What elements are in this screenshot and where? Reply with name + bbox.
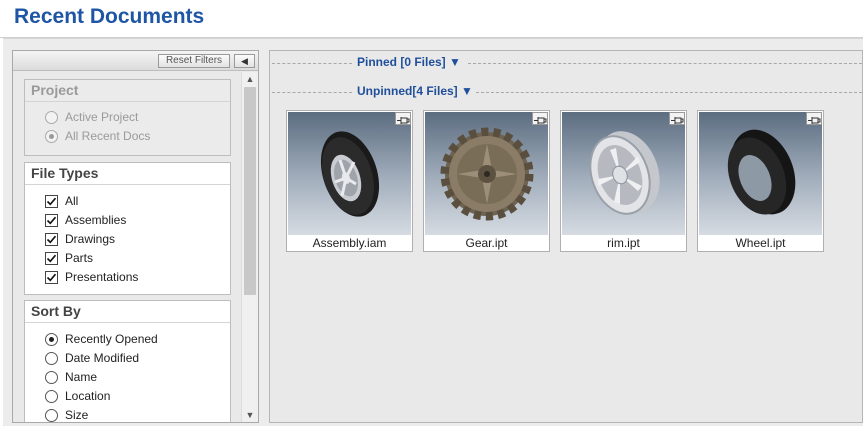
project-section-title: Project: [25, 80, 230, 102]
documents-area: Pinned [0 Files] ▼ Unpinned[4 Files] ▼ A…: [269, 50, 863, 423]
pin-icon[interactable]: [532, 112, 548, 125]
page-title: Recent Documents: [14, 5, 205, 28]
scroll-thumb[interactable]: [244, 87, 256, 295]
collapse-panel-button[interactable]: ◀: [234, 54, 255, 68]
sort-by-section-title: Sort By: [25, 301, 230, 323]
checkbox-drawings[interactable]: Drawings: [45, 231, 115, 247]
option-label: Parts: [65, 251, 94, 265]
unpinned-group-row: Unpinned[4 Files] ▼: [270, 84, 862, 100]
wheel-assembly-thumbnail: [288, 112, 411, 235]
radio-button[interactable]: [45, 351, 58, 365]
radio-location[interactable]: Location: [45, 388, 110, 404]
option-label: Size: [65, 408, 89, 422]
radio-size[interactable]: Size: [45, 407, 89, 422]
document-name: Gear.ipt: [465, 236, 508, 250]
checkbox[interactable]: [45, 251, 58, 265]
option-label: Assemblies: [65, 213, 127, 227]
title-bar: Recent Documents: [0, 0, 863, 38]
content-area: Reset Filters ◀ Project Active Project A…: [3, 38, 863, 426]
recent-documents-app: Recent Documents Reset Filters ◀ Project…: [0, 0, 863, 426]
option-label: All: [65, 194, 79, 208]
document-tile-wheel[interactable]: Wheel.ipt: [697, 110, 824, 252]
file-types-section-title: File Types: [25, 163, 230, 185]
divider: [468, 63, 862, 64]
pinned-group-toggle[interactable]: Pinned [0 Files] ▼: [357, 55, 461, 69]
option-label: Name: [65, 370, 98, 384]
project-section: Project Active Project All Recent Docs: [24, 79, 231, 156]
reset-filters-button[interactable]: Reset Filters: [158, 54, 230, 68]
pin-icon[interactable]: [395, 112, 411, 125]
radio-button[interactable]: [45, 332, 58, 346]
unpinned-group-toggle[interactable]: Unpinned[4 Files] ▼: [357, 84, 473, 98]
rim-thumbnail: [562, 112, 685, 235]
sort-by-section: Sort By Recently Opened Date Modified Na…: [24, 300, 231, 422]
scroll-up-arrow-icon[interactable]: ▲: [242, 72, 258, 86]
tire-thumbnail: [699, 112, 822, 235]
checkmark-icon: [46, 197, 57, 205]
left-triangle-icon: ◀: [241, 56, 248, 66]
scroll-down-arrow-icon[interactable]: ▼: [242, 408, 258, 422]
radio-button[interactable]: [45, 370, 58, 384]
radio-recently-opened[interactable]: Recently Opened: [45, 331, 158, 347]
filter-panel-body: Project Active Project All Recent Docs F…: [13, 72, 240, 422]
checkmark-icon: [46, 273, 57, 281]
document-name: Wheel.ipt: [735, 236, 786, 250]
radio-button[interactable]: [45, 110, 58, 124]
document-name: rim.ipt: [607, 236, 640, 250]
pin-icon[interactable]: [806, 112, 822, 125]
divider: [272, 92, 352, 93]
checkmark-icon: [46, 216, 57, 224]
document-tile-assembly[interactable]: Assembly.iam: [286, 110, 413, 252]
option-label: Recently Opened: [65, 332, 158, 346]
checkbox-parts[interactable]: Parts: [45, 250, 93, 266]
document-tile-rim[interactable]: rim.ipt: [560, 110, 687, 252]
option-label: All Recent Docs: [65, 129, 151, 143]
radio-active-project[interactable]: Active Project: [45, 109, 138, 125]
filter-panel-header: Reset Filters ◀: [13, 51, 258, 71]
document-name: Assembly.iam: [312, 236, 387, 250]
pin-icon[interactable]: [669, 112, 685, 125]
option-label: Location: [65, 389, 111, 403]
checkbox[interactable]: [45, 270, 58, 284]
document-tile-gear[interactable]: Gear.ipt: [423, 110, 550, 252]
checkmark-icon: [46, 254, 57, 262]
filter-panel-scrollbar[interactable]: ▲ ▼: [241, 72, 258, 422]
checkmark-icon: [46, 235, 57, 243]
radio-name[interactable]: Name: [45, 369, 97, 385]
gear-thumbnail: [425, 112, 548, 235]
radio-button[interactable]: [45, 408, 58, 422]
checkbox-presentations[interactable]: Presentations: [45, 269, 138, 285]
radio-button[interactable]: [45, 129, 58, 143]
pinned-group-row: Pinned [0 Files] ▼: [270, 55, 862, 71]
checkbox-assemblies[interactable]: Assemblies: [45, 212, 126, 228]
divider: [476, 92, 862, 93]
filter-panel: Reset Filters ◀ Project Active Project A…: [12, 50, 259, 423]
radio-all-recent-docs[interactable]: All Recent Docs: [45, 128, 150, 144]
file-types-section: File Types All Assemblies Drawings Parts…: [24, 162, 231, 295]
option-label: Drawings: [65, 232, 116, 246]
checkbox[interactable]: [45, 213, 58, 227]
checkbox[interactable]: [45, 194, 58, 208]
divider: [272, 63, 352, 64]
option-label: Presentations: [65, 270, 139, 284]
option-label: Active Project: [65, 110, 139, 124]
checkbox[interactable]: [45, 232, 58, 246]
radio-date-modified[interactable]: Date Modified: [45, 350, 139, 366]
option-label: Date Modified: [65, 351, 140, 365]
checkbox-all[interactable]: All: [45, 193, 78, 209]
radio-button[interactable]: [45, 389, 58, 403]
